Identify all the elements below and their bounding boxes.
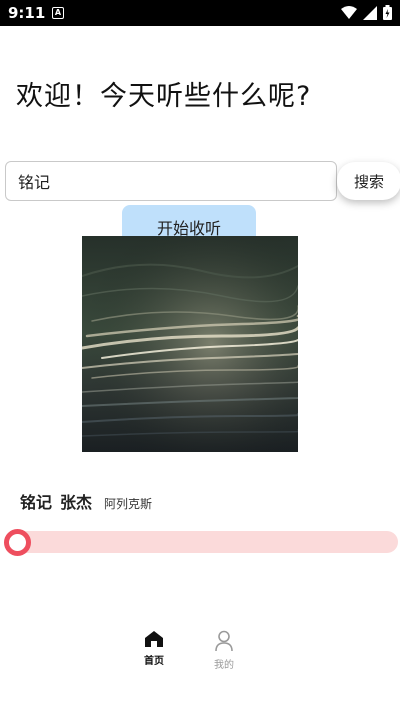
signal-icon xyxy=(363,5,377,20)
status-time: 9:11 xyxy=(8,4,46,22)
song-info: 铭记 张杰 阿列克斯 xyxy=(20,489,152,513)
search-button[interactable]: 搜索 xyxy=(337,162,400,200)
nav-item-mine[interactable]: 我的 xyxy=(194,630,254,671)
progress-slider-thumb[interactable] xyxy=(4,529,31,556)
nav-label-home: 首页 xyxy=(144,656,164,667)
song-title: 铭记 xyxy=(20,493,53,512)
progress-slider[interactable] xyxy=(6,531,398,553)
song-album: 阿列克斯 xyxy=(104,497,153,511)
wifi-icon xyxy=(341,5,357,19)
nav-label-mine: 我的 xyxy=(214,660,234,671)
status-icons xyxy=(341,5,392,20)
page-title: 欢迎！今天听些什么呢? xyxy=(16,81,312,112)
home-icon xyxy=(145,631,163,647)
search-input[interactable] xyxy=(5,161,337,201)
nav-item-home[interactable]: 首页 xyxy=(124,630,184,667)
notification-icon: A xyxy=(52,7,64,19)
user-icon xyxy=(215,630,233,652)
song-artist: 张杰 xyxy=(60,493,93,512)
status-bar: 9:11 A xyxy=(0,0,400,26)
album-cover xyxy=(82,236,298,452)
battery-icon xyxy=(383,5,392,20)
